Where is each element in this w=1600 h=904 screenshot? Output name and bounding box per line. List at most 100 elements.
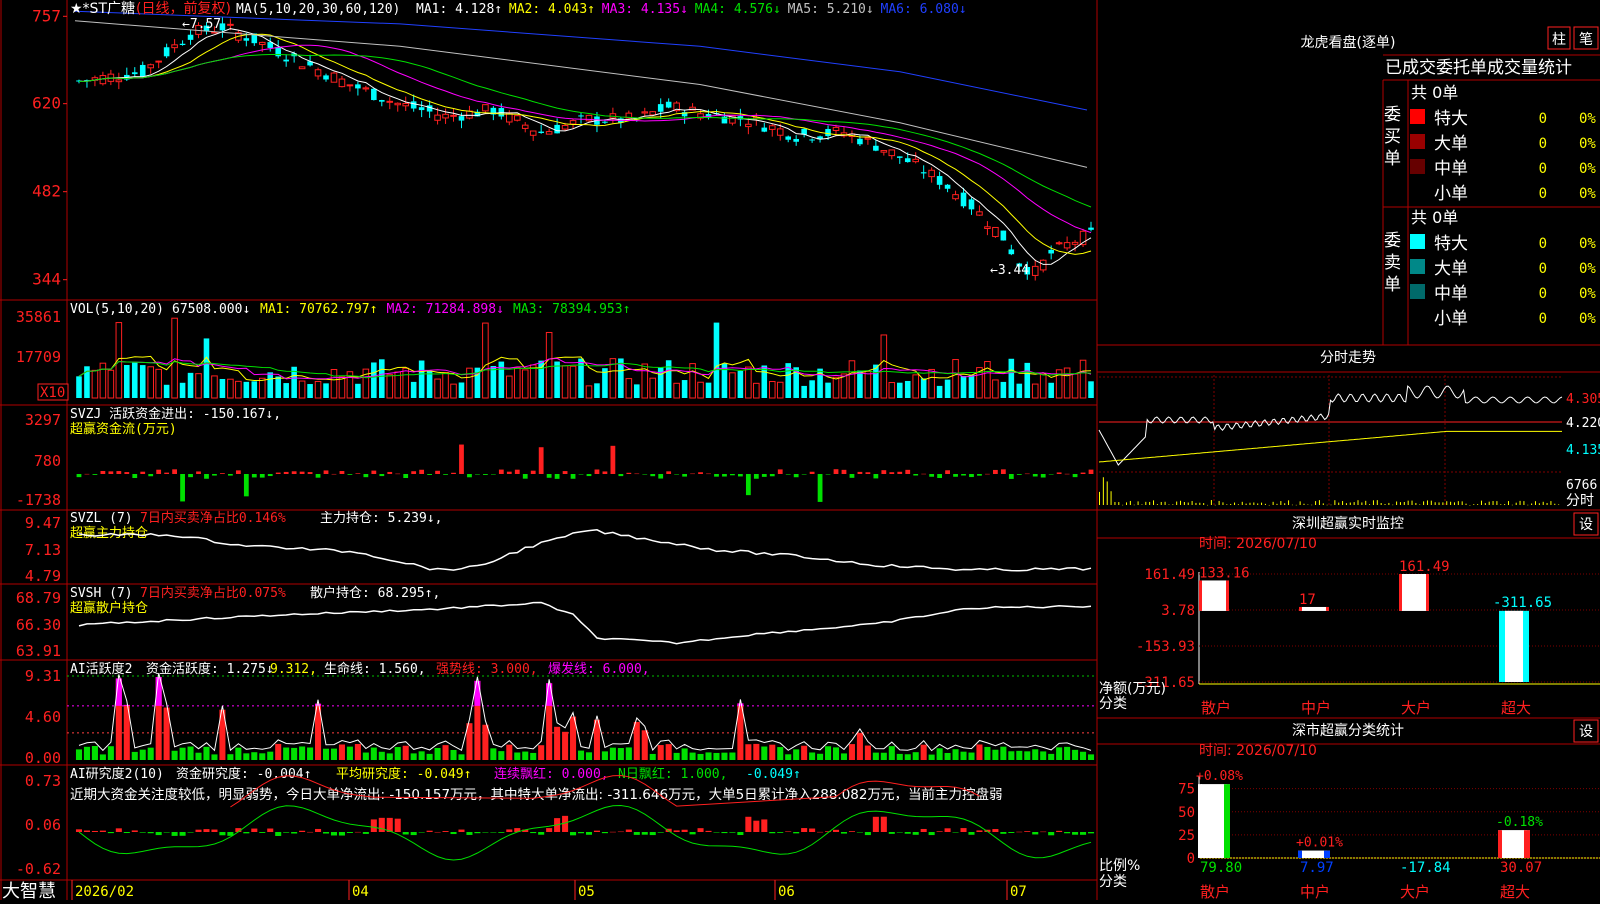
candle-down <box>418 107 425 111</box>
intraday-vol-bar <box>1438 502 1440 505</box>
svzl-label: SVZL (7) <box>70 511 133 526</box>
activity-bar <box>801 745 808 760</box>
volume-bar-up <box>864 371 872 399</box>
activity-bar <box>203 746 210 760</box>
volume-bar-down <box>355 383 361 398</box>
activity-bar <box>482 724 489 760</box>
terminal-canvas: 757 620 482 344 ★*ST广糖 (日线，前复权) MA(5,10,20,30,… <box>0 0 1600 902</box>
candle-down <box>825 128 831 137</box>
activity-bar <box>793 749 800 760</box>
candle-down <box>554 124 560 134</box>
candle-up <box>888 149 896 157</box>
activity-bar <box>864 745 871 760</box>
volume-bar-down <box>944 379 951 398</box>
activity-bar <box>514 752 521 760</box>
intraday-vol-bar <box>1164 501 1166 505</box>
intraday-vol-bar <box>1558 504 1560 505</box>
monitor-y-tick: 161.49 <box>1144 567 1195 583</box>
intraday-vol-bar <box>1426 500 1428 505</box>
flow-bar-in <box>451 472 456 474</box>
candle-up <box>1039 259 1047 271</box>
vol-ma-value: MA2: 71284.898↓ <box>387 302 504 317</box>
buy-row-count: 0 <box>1539 136 1547 152</box>
flow-bar-in <box>610 445 616 474</box>
intraday-vol-bar <box>1342 501 1344 505</box>
candle-up <box>330 72 338 83</box>
research-bar-up <box>442 831 449 832</box>
research-bar-down <box>346 832 353 834</box>
flow-bar-in <box>100 470 106 474</box>
classify-category: 超大 <box>1500 883 1530 900</box>
activity-bar <box>832 747 840 760</box>
ai2-value4: N日飘红: 1.000, <box>618 766 727 782</box>
intraday-vol-bar <box>1519 500 1521 505</box>
flow-bar-in <box>124 472 130 474</box>
flow-bar-out <box>929 474 935 477</box>
research-bar-down <box>633 832 640 835</box>
svsh-axis-tick: 66.30 <box>16 616 61 634</box>
intraday-vol-bar <box>1484 503 1486 505</box>
intraday-vol-bar <box>1237 504 1239 505</box>
activity-bar <box>817 753 824 760</box>
volume-bar-up <box>545 331 553 399</box>
ma2-line <box>78 33 1092 255</box>
candle-up <box>992 226 999 238</box>
volume-bar-down <box>418 360 425 398</box>
activity-bar <box>585 752 593 760</box>
volume-bar-down <box>904 380 911 398</box>
monitor-bar-edge <box>1326 606 1329 611</box>
ai2-comment: 近期大资金关注度较低，明显弱势，今日大单净流出: -150.157万元，其中特大… <box>70 786 1003 803</box>
flow-bar-in <box>411 471 417 474</box>
monitor-title: 深圳超赢实时监控 <box>1292 515 1404 532</box>
flow-bar-in <box>945 470 950 474</box>
research-bar-down <box>888 832 895 834</box>
intraday-vol-bar <box>1230 503 1232 505</box>
adjust-mode: (日线，前复权) <box>136 0 231 17</box>
intraday-vol-bar <box>1110 491 1112 505</box>
intraday-vol-bar <box>1222 502 1224 505</box>
volume-bar-up <box>984 361 991 399</box>
research-bar-down <box>1008 832 1015 833</box>
intraday-vol-bar <box>1534 501 1536 505</box>
activity-bar <box>522 751 529 760</box>
research-bar-up <box>315 828 322 832</box>
research-bar-down <box>139 832 146 833</box>
sell-orders-label: 卖 <box>1384 253 1401 273</box>
high-annotation: ←7.57 <box>182 17 221 32</box>
intraday-vol-bar <box>1550 501 1552 505</box>
activity-bar <box>785 754 792 760</box>
volume-bar-up <box>880 334 888 399</box>
intraday-vol-bar <box>1496 501 1498 505</box>
research-bar-up <box>593 830 600 832</box>
volume-bar-up <box>482 322 489 399</box>
research-bar-down <box>187 832 194 833</box>
volume-bar-up <box>1031 383 1039 399</box>
research-bar-up <box>705 830 712 832</box>
research-bar-down <box>912 832 919 835</box>
activity-bar <box>386 753 393 760</box>
x-axis-label: 04 <box>352 884 369 900</box>
research-bar-down <box>721 832 728 834</box>
activity-bar <box>681 748 688 760</box>
candle-down <box>602 121 608 123</box>
candle-up <box>171 44 178 49</box>
flow-bar-in <box>666 471 672 474</box>
research-bar-up <box>872 816 879 832</box>
volume-bar-down <box>131 362 138 398</box>
activity-bar <box>434 747 441 760</box>
intraday-vol-bar <box>1102 477 1104 505</box>
volume-bar-up <box>115 322 123 399</box>
ai2-value1: 资金研究度: -0.004↑ <box>176 766 311 782</box>
ma-value: MA5: 5.210↓ <box>788 2 874 17</box>
svsh-axis-tick: 68.79 <box>16 589 61 607</box>
intraday-vol-bar <box>1234 502 1236 505</box>
candle-up <box>155 60 162 63</box>
flow-bar-out <box>490 474 496 475</box>
flow-bar-in <box>164 472 170 474</box>
candle-down <box>761 127 768 132</box>
research-bar-up <box>817 831 824 833</box>
flow-bar-out <box>76 474 82 478</box>
ai1-value1: 资金活跃度: 1.275↓ <box>146 661 274 677</box>
activity-bar <box>458 754 465 760</box>
candle-up <box>952 194 959 200</box>
